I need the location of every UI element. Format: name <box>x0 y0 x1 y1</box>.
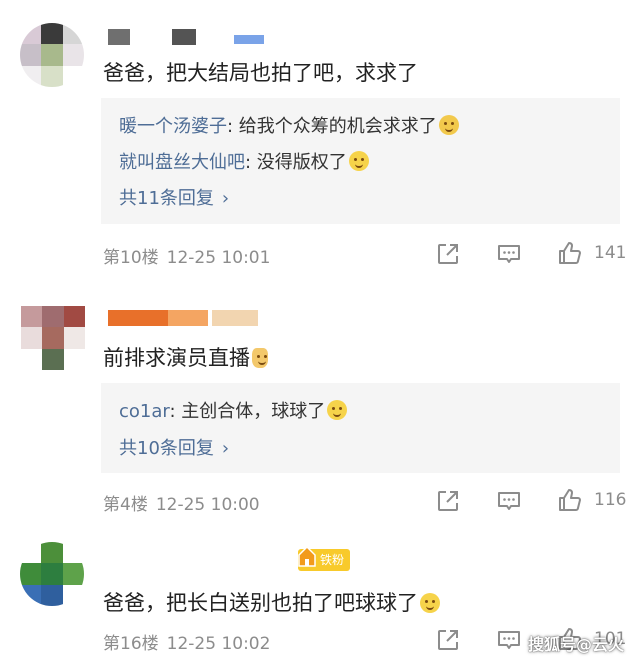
pray-emoji-icon <box>327 400 348 420</box>
reply-item: co1ar: 主创合体，球球了 <box>119 397 348 423</box>
reply-item: 就叫盘丝大仙吧: 没得版权了 <box>119 148 369 174</box>
share-icon[interactable] <box>435 241 461 267</box>
timestamp: 12-25 10:00 <box>155 495 260 515</box>
timestamp: 12-25 10:01 <box>166 248 271 268</box>
avatar[interactable] <box>20 542 84 606</box>
view-replies-link[interactable]: 共11条回复 › <box>119 184 229 210</box>
view-replies-link[interactable]: 共10条回复 › <box>119 434 229 460</box>
comment-meta: 第16楼 12-25 10:02 <box>103 629 270 654</box>
smile-emoji-icon <box>348 151 369 171</box>
reply-preview[interactable]: co1ar: 主创合体，球球了 共10条回复 › <box>101 383 620 473</box>
reply-username[interactable]: 暖一个汤婆子 <box>119 116 227 137</box>
thumbs-up-icon[interactable] <box>557 487 583 513</box>
figure-emoji-icon <box>252 348 268 368</box>
crying-emoji-icon <box>438 115 459 135</box>
chevron-right-icon: › <box>221 438 230 459</box>
like-count: 116 <box>594 490 627 510</box>
comment-text: 前排求演员直播 <box>103 342 268 372</box>
reply-text: 没得版权了 <box>251 152 347 173</box>
comment-meta: 第4楼 12-25 10:00 <box>103 490 260 515</box>
comment-text: 爸爸，把大结局也拍了吧，求求了 <box>103 61 418 85</box>
floor-number: 第4楼 <box>103 495 148 515</box>
thumbs-up-icon[interactable] <box>557 240 583 266</box>
username[interactable] <box>108 29 268 45</box>
floor-number: 第10楼 <box>103 248 159 268</box>
comment-icon[interactable] <box>496 488 522 514</box>
reply-text: 给我个众筹的机会求求了 <box>233 116 437 137</box>
chevron-right-icon: › <box>221 188 230 209</box>
username[interactable] <box>108 310 258 326</box>
reply-text: 主创合体，球球了 <box>175 401 326 422</box>
reply-item: 暖一个汤婆子: 给我个众筹的机会求求了 <box>119 112 459 138</box>
reply-username[interactable]: co1ar <box>119 401 169 422</box>
fan-badge[interactable]: 铁粉 <box>298 545 351 571</box>
house-badge-icon <box>298 545 316 567</box>
comment-text: 爸爸，把长白送别也拍了吧球球了 <box>103 587 440 617</box>
avatar[interactable] <box>20 23 84 87</box>
comment-item: 前排求演员直播 co1ar: 主创合体，球球了 共10条回复 › 第4楼 12-25… <box>0 270 640 525</box>
comment-icon[interactable] <box>496 241 522 267</box>
reply-username[interactable]: 就叫盘丝大仙吧 <box>119 152 245 173</box>
share-icon[interactable] <box>435 488 461 514</box>
watermark: 搜狐号@云火 <box>527 635 624 654</box>
floor-number: 第16楼 <box>103 634 159 654</box>
comment-meta: 第10楼 12-25 10:01 <box>103 243 270 268</box>
timestamp: 12-25 10:02 <box>166 634 271 654</box>
comment-icon[interactable] <box>496 627 522 653</box>
like-count: 141 <box>594 243 627 263</box>
share-icon[interactable] <box>435 627 461 653</box>
comment-item: 爸爸，把大结局也拍了吧，求求了 暖一个汤婆子: 给我个众筹的机会求求了 就叫盘丝… <box>0 0 640 270</box>
avatar[interactable] <box>21 306 85 370</box>
reply-preview[interactable]: 暖一个汤婆子: 给我个众筹的机会求求了 就叫盘丝大仙吧: 没得版权了 共11条回… <box>101 98 620 224</box>
worried-emoji-icon <box>420 593 440 613</box>
